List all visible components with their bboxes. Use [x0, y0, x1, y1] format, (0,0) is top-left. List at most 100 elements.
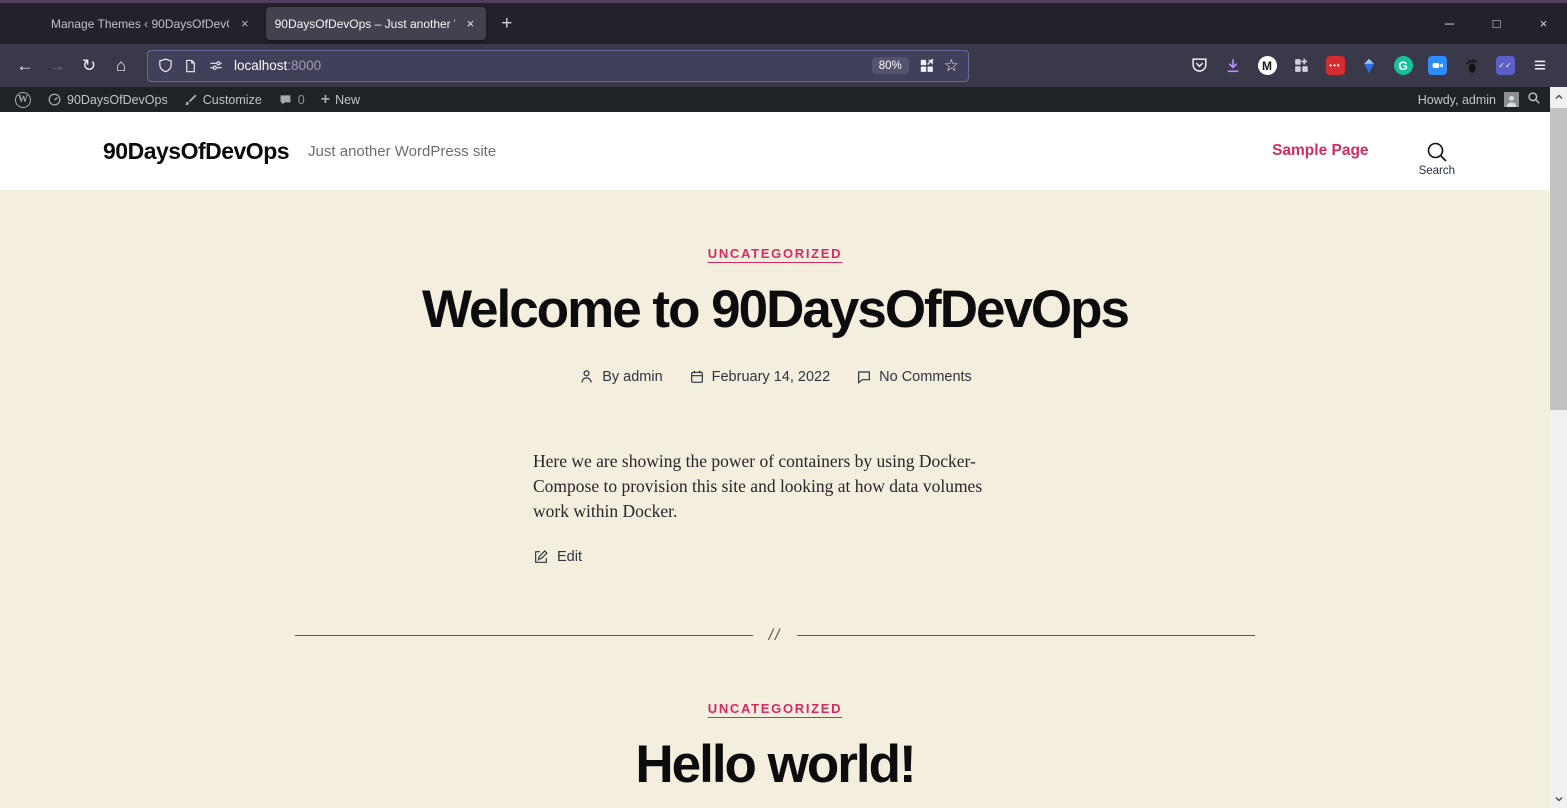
edit-pencil-icon: [533, 549, 549, 565]
tab-site-front[interactable]: 90DaysOfDevOps – Just another Wo ×: [266, 7, 487, 40]
nav-link-sample-page[interactable]: Sample Page: [1272, 142, 1369, 160]
pocket-icon[interactable]: [1182, 51, 1216, 81]
tab-manage-themes[interactable]: Manage Themes ‹ 90DaysOfDevOps ×: [42, 7, 261, 40]
post-hello-world: UNCATEGORIZED Hello world!: [0, 645, 1550, 795]
edit-label: Edit: [557, 549, 582, 565]
post-title[interactable]: Welcome to 90DaysOfDevOps: [0, 279, 1550, 340]
post-date[interactable]: February 14, 2022: [689, 368, 831, 385]
tab-title: 90DaysOfDevOps – Just another Wo: [275, 17, 455, 31]
url-bar[interactable]: localhost:8000 80% ☆: [147, 50, 969, 82]
edit-post-link[interactable]: Edit: [533, 549, 1017, 565]
new-tab-button[interactable]: +: [491, 11, 522, 37]
tab-close-icon[interactable]: ×: [464, 15, 478, 32]
admin-bar-comments[interactable]: 0: [270, 87, 313, 112]
separator-slashes: //: [769, 627, 782, 645]
content-area: UNCATEGORIZED Welcome to 90DaysOfDevOps …: [0, 190, 1550, 795]
customize-brush-icon: [184, 93, 198, 107]
extension-m-icon[interactable]: M: [1250, 51, 1284, 81]
site-title-link[interactable]: 90DaysOfDevOps: [103, 138, 289, 165]
url-text[interactable]: localhost:8000: [234, 58, 863, 73]
chevron-down-icon: [1554, 794, 1564, 804]
howdy-label[interactable]: Howdy, admin: [1418, 93, 1496, 107]
post-separator: //: [295, 627, 1255, 645]
tracking-shield-icon[interactable]: [157, 57, 174, 74]
double-check-app-icon[interactable]: ✓✓: [1488, 51, 1522, 81]
post-title[interactable]: Hello world!: [0, 734, 1550, 795]
vertical-scrollbar[interactable]: [1550, 87, 1567, 808]
comments-bubble-icon: [278, 93, 293, 107]
maximize-button[interactable]: □: [1473, 3, 1520, 44]
home-button[interactable]: ⌂: [105, 51, 137, 81]
post-meta: By admin February 14, 2022 No Comments: [0, 368, 1550, 385]
chevron-up-icon: [1554, 92, 1564, 102]
search-icon: [1425, 140, 1449, 164]
category-link[interactable]: UNCATEGORIZED: [708, 701, 843, 716]
page-info-icon[interactable]: [183, 58, 198, 74]
close-button[interactable]: ×: [1520, 3, 1567, 44]
wordpress-logo-icon: W: [15, 92, 31, 108]
comment-count: 0: [298, 93, 305, 107]
tab-title: Manage Themes ‹ 90DaysOfDevOps: [51, 17, 229, 31]
extension-squares-plus-icon[interactable]: [1284, 51, 1318, 81]
separator-line: [797, 635, 1255, 636]
zoom-app-icon[interactable]: [1420, 51, 1454, 81]
comment-icon: [856, 369, 872, 385]
zoom-level-badge[interactable]: 80%: [872, 57, 909, 74]
screenshot-grid-icon[interactable]: [918, 57, 935, 74]
wp-admin-bar: W 90DaysOfDevOps Customize 0: [0, 87, 1567, 112]
scroll-up-button[interactable]: [1550, 87, 1567, 106]
admin-bar-right: Howdy, admin: [1418, 91, 1541, 108]
page-viewport: W 90DaysOfDevOps Customize 0: [0, 87, 1567, 808]
plus-icon: +: [321, 91, 330, 109]
scroll-down-button[interactable]: [1550, 789, 1567, 808]
hamburger-menu-icon[interactable]: ≡: [1522, 51, 1558, 81]
scrollbar-thumb[interactable]: [1550, 108, 1567, 410]
site-name-label: 90DaysOfDevOps: [67, 93, 168, 107]
new-label: New: [335, 93, 360, 107]
navigation-toolbar: ← → ↻ ⌂ localhost:8000 80% ☆ M: [0, 44, 1567, 87]
post-welcome: UNCATEGORIZED Welcome to 90DaysOfDevOps …: [0, 190, 1550, 565]
back-button[interactable]: ←: [9, 51, 41, 81]
forward-button[interactable]: →: [41, 51, 73, 81]
category-link[interactable]: UNCATEGORIZED: [708, 246, 843, 261]
tab-close-icon[interactable]: ×: [238, 15, 252, 32]
admin-bar-new[interactable]: + New: [313, 87, 368, 112]
downloads-icon[interactable]: [1216, 51, 1250, 81]
author-label: By admin: [602, 369, 662, 385]
reload-button[interactable]: ↻: [73, 51, 105, 81]
separator-line: [295, 635, 753, 636]
window-controls: ─ □ ×: [1426, 3, 1567, 44]
site-header: 90DaysOfDevOps Just another WordPress si…: [0, 112, 1550, 190]
search-label: Search: [1419, 165, 1455, 177]
avatar[interactable]: [1504, 92, 1519, 107]
dashboard-gauge-icon: [47, 92, 62, 107]
person-icon: [578, 368, 595, 385]
tab-bar: Manage Themes ‹ 90DaysOfDevOps × 90DaysO…: [0, 3, 1567, 44]
browser-window: Manage Themes ‹ 90DaysOfDevOps × 90DaysO…: [0, 0, 1567, 808]
date-label: February 14, 2022: [712, 369, 831, 385]
blue-gem-icon[interactable]: [1352, 51, 1386, 81]
gnome-foot-icon[interactable]: [1454, 51, 1488, 81]
post-comments[interactable]: No Comments: [856, 368, 972, 385]
customize-label: Customize: [203, 93, 262, 107]
site-tagline: Just another WordPress site: [308, 143, 496, 160]
permissions-sliders-icon[interactable]: [207, 58, 225, 73]
post-body-text: Here we are showing the power of contain…: [533, 449, 1017, 525]
url-port: :8000: [287, 58, 321, 73]
post-author[interactable]: By admin: [578, 368, 662, 385]
site-page: 90DaysOfDevOps Just another WordPress si…: [0, 112, 1550, 808]
admin-bar-customize[interactable]: Customize: [176, 87, 270, 112]
calendar-icon: [689, 369, 705, 385]
extension-toolbar: M ••• G ✓✓: [1182, 51, 1558, 81]
minimize-button[interactable]: ─: [1426, 3, 1473, 44]
primary-nav: Sample Page Search: [1272, 126, 1455, 177]
lastpass-icon[interactable]: •••: [1318, 51, 1352, 81]
url-host: localhost: [234, 58, 287, 73]
comments-label: No Comments: [879, 369, 972, 385]
wp-logo-menu[interactable]: W: [7, 87, 39, 112]
bookmark-star-icon[interactable]: ☆: [944, 56, 959, 76]
grammarly-icon[interactable]: G: [1386, 51, 1420, 81]
admin-bar-site-name[interactable]: 90DaysOfDevOps: [39, 87, 176, 112]
header-search-button[interactable]: Search: [1419, 140, 1455, 177]
admin-search-icon[interactable]: [1527, 91, 1541, 108]
